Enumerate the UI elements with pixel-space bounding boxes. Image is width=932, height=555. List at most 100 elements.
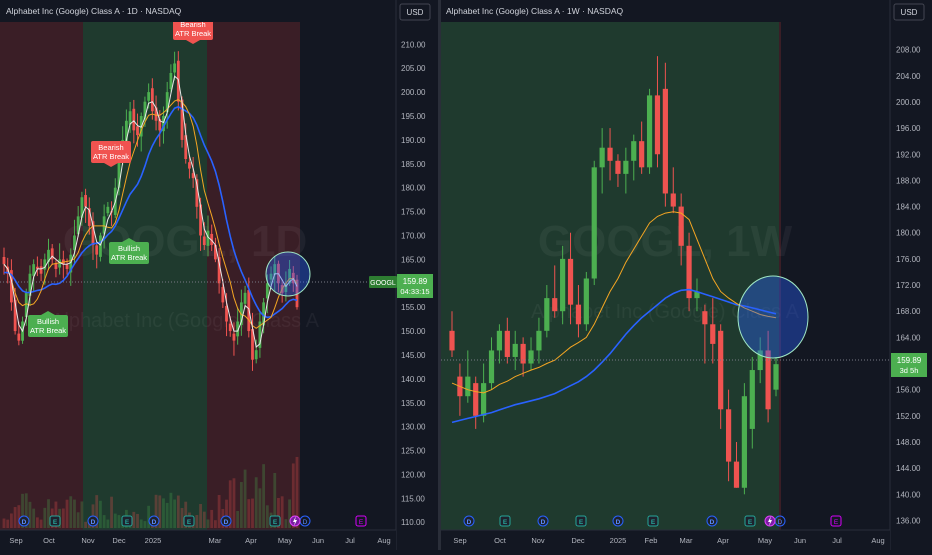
daily-candle-body — [232, 333, 236, 341]
panel-divider[interactable] — [438, 0, 441, 550]
weekly-y-tick: 140.00 — [896, 490, 921, 499]
daily-volume-bar — [17, 505, 21, 528]
weekly-x-tick: Jun — [794, 536, 806, 545]
daily-candle-body — [147, 92, 151, 101]
weekly-x-tick: May — [758, 536, 772, 545]
daily-event-label: D — [224, 519, 229, 526]
weekly-x-tick: Apr — [717, 536, 729, 545]
weekly-candle-body — [512, 343, 518, 357]
weekly-y-tick: 148.00 — [896, 438, 921, 447]
weekly-candle-body — [488, 350, 495, 384]
daily-y-tick: 175.00 — [401, 208, 426, 217]
daily-x-tick: Mar — [209, 536, 222, 545]
daily-volume-bar — [176, 495, 180, 528]
daily-price-tag: 159.89 04:33:15 — [397, 274, 433, 298]
daily-volume-bar — [32, 508, 36, 528]
daily-volume-bar — [6, 519, 10, 528]
daily-volume-bar — [210, 509, 214, 528]
weekly-candle-body — [662, 88, 668, 194]
svg-text:USD: USD — [407, 8, 424, 17]
weekly-bear-zone — [779, 22, 781, 530]
daily-volume-bar — [117, 515, 121, 528]
svg-text:3d 5h: 3d 5h — [900, 366, 919, 375]
daily-volume-bar — [236, 510, 240, 528]
weekly-time-axis[interactable]: Sep Oct Nov Dec 2025 Feb Mar Apr May Jun Jul Aug — [441, 529, 890, 550]
daily-event-label: D — [22, 519, 27, 526]
weekly-event-label: E — [503, 519, 508, 526]
daily-candle-body — [99, 235, 102, 257]
weekly-x-tick: Feb — [645, 536, 658, 545]
weekly-candle-body — [583, 278, 589, 325]
weekly-candle-body — [733, 461, 740, 488]
daily-event-label: E — [187, 519, 192, 526]
daily-volume-bar — [143, 521, 147, 528]
daily-candle-body — [169, 73, 173, 89]
weekly-y-tick: 136.00 — [896, 516, 921, 525]
daily-candle-body — [254, 350, 258, 360]
daily-event-label: E — [53, 519, 58, 526]
daily-candle-body — [173, 63, 177, 73]
daily-volume-bar — [39, 519, 43, 528]
daily-volume-bar — [258, 488, 262, 528]
weekly-currency-button[interactable]: USD — [893, 3, 925, 21]
weekly-price-axis[interactable]: 136.00140.00144.00148.00152.00156.00160.… — [889, 0, 932, 550]
daily-event-label: D — [91, 519, 96, 526]
weekly-future-event-label: D — [778, 519, 783, 526]
daily-event-label: E — [273, 519, 278, 526]
svg-text:GOOGL: GOOGL — [370, 280, 396, 287]
weekly-candle-body — [639, 141, 645, 168]
daily-volume-bar — [202, 511, 206, 528]
weekly-x-tick: Nov — [531, 536, 545, 545]
weekly-y-tick: 192.00 — [896, 150, 921, 159]
daily-volume-bar — [265, 505, 269, 528]
daily-watermark-name: Alphabet Inc (Google) Class A — [51, 310, 320, 332]
daily-event-label: E — [125, 519, 130, 526]
svg-text:ATR Break: ATR Break — [93, 152, 129, 161]
daily-x-tick: Oct — [43, 536, 56, 545]
daily-time-axis[interactable]: Sep Oct Nov Dec 2025 Mar Apr May Jun Jul Aug — [0, 529, 396, 550]
svg-text:USD: USD — [901, 8, 918, 17]
daily-volume-bar — [247, 499, 251, 528]
daily-currency-button[interactable]: USD — [399, 3, 431, 21]
daily-future-event-label: E — [359, 519, 364, 526]
weekly-y-tick: 168.00 — [896, 307, 921, 316]
daily-y-tick: 165.00 — [401, 255, 426, 264]
weekly-candle-body — [725, 409, 732, 462]
weekly-candle-body — [631, 141, 637, 161]
daily-candle-body — [39, 266, 43, 274]
daily-candle-body — [188, 162, 191, 169]
weekly-candle-body — [749, 370, 755, 429]
daily-volume-bar — [214, 520, 217, 528]
daily-candle-body — [228, 323, 232, 332]
svg-text:ATR Break: ATR Break — [175, 29, 211, 38]
daily-y-tick: 140.00 — [401, 375, 426, 384]
weekly-candle-body — [599, 147, 605, 168]
weekly-event-label: D — [541, 519, 546, 526]
weekly-candle-body — [773, 364, 779, 390]
daily-y-tick: 185.00 — [401, 160, 426, 169]
daily-volume-bar — [35, 517, 39, 528]
daily-y-tick: 145.00 — [401, 351, 426, 360]
weekly-candle-body — [575, 304, 582, 325]
charts-canvas: GOOGL, 1D Alphabet Inc (Google) Class A … — [0, 0, 932, 550]
weekly-y-tick: 200.00 — [896, 98, 921, 107]
daily-volume-bar — [132, 511, 136, 528]
weekly-event-label: E — [748, 519, 753, 526]
daily-y-tick: 195.00 — [401, 112, 426, 121]
weekly-candle-body — [654, 95, 661, 155]
daily-y-tick: 150.00 — [401, 327, 426, 336]
weekly-candle-body — [560, 258, 566, 312]
daily-highlight-circle — [265, 251, 311, 297]
daily-volume-bar — [10, 513, 13, 528]
daily-y-tick: 200.00 — [401, 88, 426, 97]
daily-volume-bar — [136, 513, 139, 528]
weekly-candle-body — [473, 383, 479, 416]
daily-volume-bar — [65, 499, 69, 528]
daily-volume-bar — [217, 494, 221, 528]
weekly-y-tick: 208.00 — [896, 46, 921, 55]
svg-text:ATR Break: ATR Break — [111, 253, 147, 262]
daily-volume-bar — [284, 519, 288, 528]
daily-volume-bar — [206, 519, 210, 528]
daily-volume-bar — [43, 507, 47, 528]
daily-candle-body — [95, 245, 99, 255]
